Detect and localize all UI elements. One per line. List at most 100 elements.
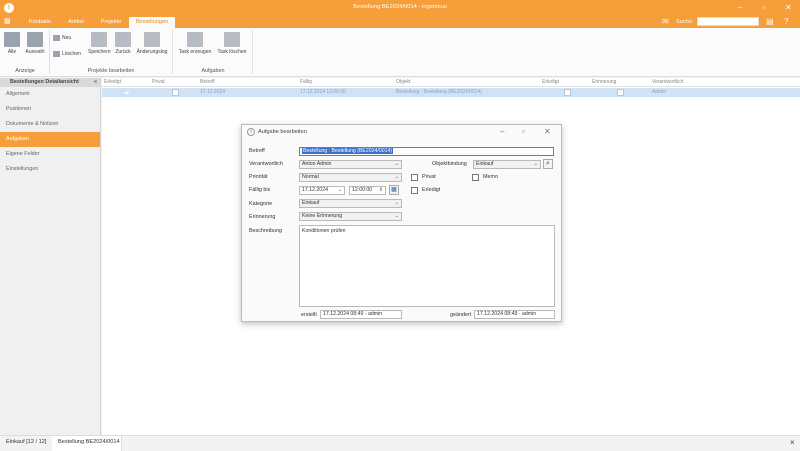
title-bar: i Bestellung BE2024/0014 - ingenious – ▫…	[0, 0, 800, 16]
col-erledigt[interactable]: Erledigt	[104, 79, 121, 85]
faellig-date-input[interactable]: 17.12.2024 ⌄	[299, 186, 345, 195]
beschreibung-textarea[interactable]: Konditionen prüfen	[299, 225, 555, 307]
row-faellig: 17.12.2024 12:00:00	[300, 89, 346, 95]
col-erinnerung[interactable]: Erinnerung	[592, 79, 616, 85]
chevron-down-icon: ⌄	[394, 161, 399, 167]
task-loeschen-label: Task löschen	[217, 49, 247, 55]
tab-artikel[interactable]: Artikel	[58, 17, 94, 28]
erinnerung-value: Keine Erinnerung	[302, 213, 343, 219]
aenderungslog-button[interactable]: Änderungslog	[135, 32, 169, 55]
task-loeschen-button[interactable]: Task löschen	[215, 32, 249, 55]
prioritaet-label: Priorität	[249, 174, 268, 180]
row-objekt: Bestellung : Bestellung (BE2024/0014)	[396, 89, 482, 95]
list-all-icon	[4, 32, 20, 47]
prioritaet-select[interactable]: Normal ⌄	[299, 173, 402, 182]
beschreibung-label: Beschreibung	[249, 228, 282, 234]
group-anzeige: Anzeige	[15, 68, 35, 74]
verantwortlich-select[interactable]: Anton Admin ⌄	[299, 160, 402, 169]
task-erzeugen-button[interactable]: Task erzeugen	[176, 32, 214, 55]
paperclip-icon: ⌕	[546, 160, 550, 167]
document-tab[interactable]: Bestellung BE2024/0014	[52, 436, 122, 451]
col-betreff[interactable]: Betreff	[200, 79, 215, 85]
sidebar-item-allgemein[interactable]: Allgemein	[0, 87, 100, 102]
row-privat-checkbox[interactable]	[172, 89, 179, 96]
dialog-maximize-icon[interactable]: ▫	[522, 127, 525, 136]
erledigt-checkbox[interactable]	[411, 187, 418, 194]
calendar-icon[interactable]: ▤	[766, 17, 774, 27]
spinner-icon[interactable]: ⇕	[379, 187, 383, 194]
sidebar-item-dokumente-notizen[interactable]: Dokumente & Notizen	[0, 117, 100, 132]
group-projekte-bearbeiten: Projekte bearbeiten	[87, 68, 135, 74]
verantwortlich-label: Verantwortlich	[249, 161, 283, 167]
mail-icon[interactable]: ✉	[662, 17, 669, 27]
change-log-icon	[144, 32, 160, 47]
dialog-minimize-icon[interactable]: –	[500, 127, 504, 136]
tab-kontakte[interactable]: Kontakte	[22, 17, 58, 28]
objektbindung-label: Objektbindung	[432, 161, 467, 167]
sidebar-header: Bestellungen Detailansicht «	[0, 78, 100, 87]
faellig-date-value: 17.12.2024	[302, 187, 328, 193]
memo-checkbox[interactable]	[472, 174, 479, 181]
row-erledigt-checkbox[interactable]	[564, 89, 571, 96]
help-icon[interactable]: ?	[784, 17, 788, 27]
auswahl-button[interactable]: Auswahl	[24, 32, 46, 55]
delete-icon	[53, 50, 60, 57]
betreff-input[interactable]: Bestellung : Bestellung (BE2024/0014)	[299, 147, 554, 156]
kategorie-select[interactable]: Einkauf ⌄	[299, 199, 402, 208]
col-objekt[interactable]: Objekt	[396, 79, 410, 85]
ribbon-divider	[49, 30, 50, 74]
sidebar-item-eigene-felder[interactable]: Eigene Felder	[0, 147, 100, 162]
erinnerung-label: Erinnerung	[249, 214, 276, 220]
col-erledigt-2[interactable]: Erledigt	[542, 79, 559, 85]
tab-bestellungen[interactable]: Bestellungen	[129, 17, 175, 28]
verantwortlich-value: Anton Admin	[302, 161, 332, 167]
table-row[interactable]: ➨ 17.12.2024 17.12.2024 12:00:00 Bestell…	[102, 88, 800, 97]
geaendert-field: 17.12.2024 08:49 - admin	[474, 310, 555, 319]
loeschen-label: Löschen	[62, 51, 81, 57]
col-privat[interactable]: Privat	[152, 79, 165, 85]
maximize-icon[interactable]: ▫	[762, 3, 765, 12]
task-delete-icon	[224, 32, 240, 47]
speichern-button[interactable]: Speichern	[88, 32, 111, 55]
sidebar-item-positionen[interactable]: Positionen	[0, 102, 100, 117]
objektbindung-select[interactable]: Einkauf ⌄	[473, 160, 541, 169]
col-faellig[interactable]: Fällig	[300, 79, 312, 85]
faellig-time-input[interactable]: 12:00:00 ⇕	[349, 186, 386, 195]
erstellt-label: erstellt	[301, 312, 317, 318]
zurueck-label: Zurück	[115, 49, 131, 55]
col-verantwortlich[interactable]: Verantwortlich	[652, 79, 683, 85]
privat-checkbox[interactable]	[411, 174, 418, 181]
betreff-label: Betreff	[249, 148, 265, 154]
erstellt-field: 17.12.2024 08:49 - admin	[320, 310, 402, 319]
search-input[interactable]	[697, 17, 759, 26]
loeschen-button[interactable]: Löschen	[53, 50, 81, 58]
search-label: Suche:	[676, 19, 694, 25]
attachment-button[interactable]: ⌕	[543, 159, 553, 169]
speichern-label: Speichern	[88, 49, 111, 55]
chevron-down-icon: ⌄	[337, 187, 342, 193]
alle-button[interactable]: Alle	[4, 32, 20, 55]
chevron-down-icon: ⌄	[394, 200, 399, 206]
minimize-icon[interactable]: –	[738, 3, 742, 12]
dialog-close-icon[interactable]: ✕	[544, 127, 551, 136]
chevron-down-icon: ⌄	[394, 213, 399, 219]
collapse-icon[interactable]: «	[94, 78, 97, 87]
tab-close-icon[interactable]: ×	[790, 438, 795, 447]
objektbindung-value: Einkauf	[476, 161, 494, 167]
row-erinnerung-checkbox[interactable]	[617, 89, 624, 96]
undo-icon	[115, 32, 131, 47]
erinnerung-select[interactable]: Keine Erinnerung ⌄	[299, 212, 402, 221]
sidebar-item-einstellungen[interactable]: Einstellungen	[0, 162, 100, 177]
home-grid-icon[interactable]: ▦	[4, 18, 14, 26]
calendar-picker-button[interactable]: ▦	[389, 185, 399, 195]
zurueck-button[interactable]: Zurück	[113, 32, 133, 55]
edit-task-dialog: i Aufgabe bearbeiten – ▫ ✕ Betreff Beste…	[241, 124, 562, 322]
faellig-bis-label: Fällig bis	[249, 187, 271, 193]
kategorie-value: Einkauf	[302, 200, 320, 206]
neu-label: Neu	[62, 35, 72, 41]
neu-button[interactable]: Neu	[53, 34, 71, 42]
sidebar-item-aufgaben[interactable]: Aufgaben	[0, 132, 100, 147]
close-icon[interactable]: ✕	[785, 3, 792, 12]
sidebar-header-label: Bestellungen Detailansicht	[10, 79, 79, 85]
tab-projekte[interactable]: Projekte	[94, 17, 128, 28]
